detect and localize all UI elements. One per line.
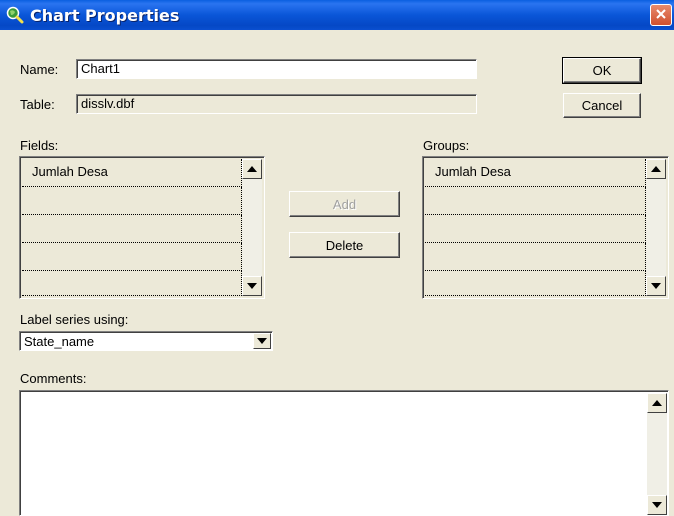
list-item[interactable] bbox=[425, 243, 646, 271]
arrow-up-icon bbox=[652, 400, 662, 406]
close-button[interactable] bbox=[650, 4, 672, 26]
globe-magnifier-icon bbox=[6, 6, 24, 24]
label-series-label: Label series using: bbox=[20, 312, 129, 327]
arrow-up-icon bbox=[651, 166, 661, 172]
groups-scrollbar[interactable] bbox=[646, 159, 666, 296]
ok-button[interactable]: OK bbox=[562, 57, 642, 84]
list-item[interactable] bbox=[425, 215, 646, 243]
fields-label: Fields: bbox=[20, 138, 59, 153]
close-icon bbox=[655, 8, 667, 23]
label-series-value: State_name bbox=[24, 334, 95, 349]
comments-label: Comments: bbox=[20, 371, 87, 386]
name-value: Chart1 bbox=[81, 61, 121, 76]
cancel-button[interactable]: Cancel bbox=[563, 93, 641, 118]
name-label: Name: bbox=[20, 62, 59, 77]
chevron-down-icon bbox=[257, 338, 267, 344]
table-value: disslv.dbf bbox=[81, 96, 135, 111]
list-item[interactable] bbox=[22, 187, 242, 215]
arrow-down-icon bbox=[652, 502, 662, 508]
dropdown-button[interactable] bbox=[253, 333, 271, 349]
scroll-down-button[interactable] bbox=[242, 276, 262, 296]
add-button[interactable]: Add bbox=[289, 191, 400, 217]
fields-scrollbar[interactable] bbox=[242, 159, 262, 296]
list-item[interactable] bbox=[22, 215, 242, 243]
groups-label: Groups: bbox=[423, 138, 470, 153]
scroll-down-button[interactable] bbox=[647, 495, 667, 515]
window-title: Chart Properties bbox=[30, 6, 180, 25]
table-label: Table: bbox=[20, 97, 55, 112]
label-series-select[interactable]: State_name bbox=[19, 331, 273, 351]
comments-scrollbar[interactable] bbox=[647, 393, 667, 515]
list-item[interactable]: Jumlah Desa bbox=[22, 159, 242, 187]
name-input[interactable]: Chart1 bbox=[76, 59, 477, 79]
chart-properties-dialog: Chart Properties Name: Chart1 Table: dis… bbox=[0, 0, 674, 516]
fields-list[interactable]: Jumlah Desa bbox=[19, 156, 265, 299]
scroll-down-button[interactable] bbox=[646, 276, 666, 296]
list-item[interactable] bbox=[22, 243, 242, 271]
comments-textarea[interactable] bbox=[19, 390, 669, 516]
list-item[interactable] bbox=[425, 271, 646, 296]
list-item[interactable]: Jumlah Desa bbox=[425, 159, 646, 187]
scroll-up-button[interactable] bbox=[646, 159, 666, 179]
delete-button[interactable]: Delete bbox=[289, 232, 400, 258]
table-field: disslv.dbf bbox=[76, 94, 477, 114]
arrow-down-icon bbox=[247, 283, 257, 289]
list-item[interactable] bbox=[425, 187, 646, 215]
list-item[interactable] bbox=[22, 271, 242, 296]
arrow-down-icon bbox=[651, 283, 661, 289]
groups-list[interactable]: Jumlah Desa bbox=[422, 156, 669, 299]
scroll-up-button[interactable] bbox=[647, 393, 667, 413]
scroll-up-button[interactable] bbox=[242, 159, 262, 179]
title-bar[interactable]: Chart Properties bbox=[0, 0, 674, 30]
arrow-up-icon bbox=[247, 166, 257, 172]
